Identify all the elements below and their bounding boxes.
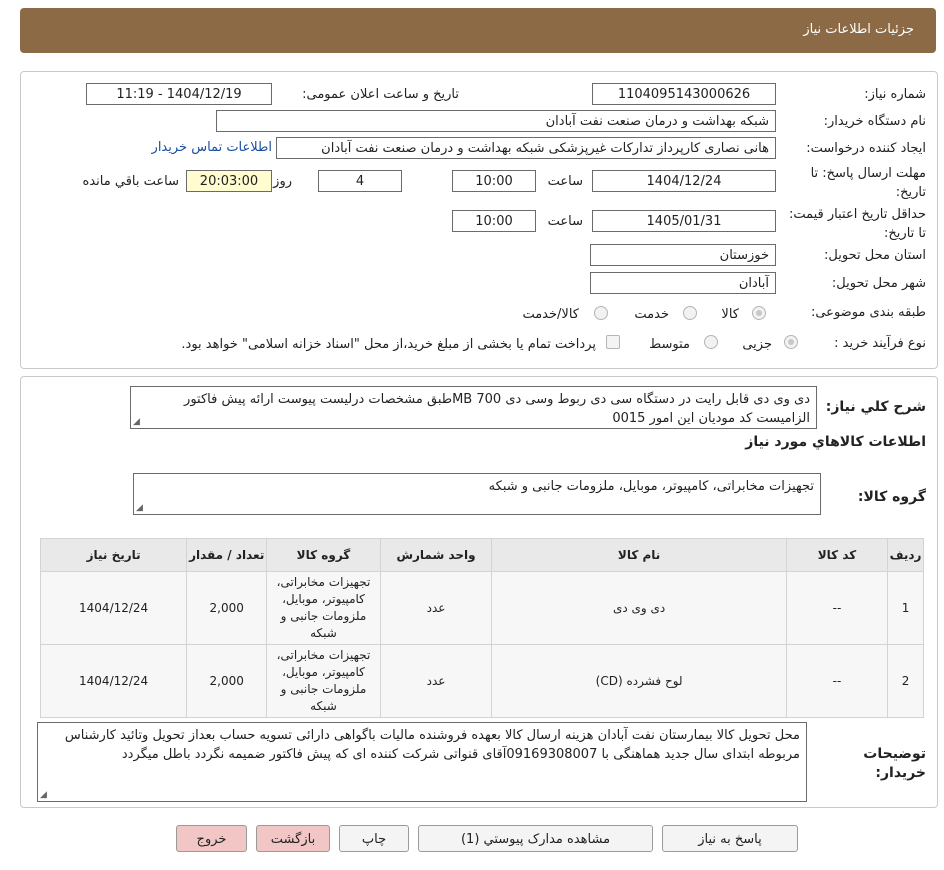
buyer-notes-label: توضیحات خریدار: — [863, 746, 926, 781]
deadline-time-field[interactable]: 10:00 — [452, 170, 536, 192]
cell-unit: عدد — [379, 571, 493, 645]
process-minor-label: جزیی — [742, 337, 772, 352]
buyer-org-field[interactable]: شبکه بهداشت و درمان صنعت نفت آبادان — [216, 110, 776, 132]
need-number-label: شماره نیاز: — [864, 87, 926, 102]
cell-name: دی وی دی — [491, 571, 787, 645]
col-date: تاریخ نیاز — [39, 538, 188, 572]
treasury-note: پرداخت تمام یا بخشی از مبلغ خرید،از محل … — [181, 337, 596, 352]
table-row: 1 -- دی وی دی عدد تجهیزات مخابراتی، کامپ… — [39, 571, 924, 645]
table-header-row: ردیف کد کالا نام کالا واحد شمارش گروه کا… — [39, 538, 924, 572]
cell-qty: 2,000 — [186, 571, 268, 645]
category-goods-label: کالا — [721, 307, 739, 322]
cell-row: 2 — [887, 644, 924, 718]
goods-group-label: گروه کالا: — [857, 489, 926, 505]
back-button[interactable]: بازگشت — [256, 825, 330, 852]
province-field[interactable]: خوزستان — [590, 244, 776, 266]
buyer-org-label: نام دستگاه خریدار: — [823, 114, 926, 129]
view-attachments-button[interactable]: مشاهده مدارک پیوستي (1) — [418, 825, 653, 852]
creator-label: ایجاد کننده درخواست: — [806, 141, 926, 156]
days-field[interactable]: 4 — [318, 170, 402, 192]
deadline-time-label: ساعت — [547, 174, 583, 189]
category-goods-service-radio[interactable] — [594, 306, 608, 320]
cell-name: لوح فشرده (CD) — [491, 644, 787, 718]
process-medium-label: متوسط — [649, 337, 690, 352]
col-code: کد کالا — [785, 538, 889, 572]
category-label: طبقه بندی موضوعی: — [810, 305, 926, 320]
cell-code: -- — [785, 571, 889, 645]
description-label: شرح کلي نياز: — [825, 399, 926, 415]
col-group: گروه کالا — [266, 538, 381, 572]
cell-group: تجهیزات مخابراتی، کامپیوتر، موبایل، ملزو… — [266, 571, 381, 645]
exit-button[interactable]: خروج — [176, 825, 247, 852]
col-row: ردیف — [887, 538, 924, 572]
cell-date: 1404/12/24 — [39, 571, 188, 645]
city-label: شهر محل تحویل: — [831, 276, 926, 291]
validity-date-field[interactable]: 1405/01/31 — [592, 210, 776, 232]
cell-date: 1404/12/24 — [39, 644, 188, 718]
city-field[interactable]: آبادان — [590, 272, 776, 294]
buyer-notes-textarea[interactable]: محل تحویل کالا بیمارستان نفت آبادان هزین… — [37, 722, 807, 802]
category-goods-service-label: کالا/خدمت — [522, 307, 579, 322]
buyer-notes-text: محل تحویل کالا بیمارستان نفت آبادان هزین… — [64, 728, 800, 762]
col-unit: واحد شمارش — [379, 538, 493, 572]
need-number-field[interactable]: 1104095143000626 — [592, 83, 776, 105]
cell-group: تجهیزات مخابراتی، کامپیوتر، موبایل، ملزو… — [266, 644, 381, 718]
deadline-date-field[interactable]: 1404/12/24 — [592, 170, 776, 192]
remaining-label: ساعت باقي مانده — [82, 174, 179, 189]
category-goods-radio[interactable] — [752, 306, 766, 320]
province-label: استان محل تحویل: — [824, 248, 926, 263]
validity-time-label: ساعت — [547, 214, 583, 229]
validity-label: حداقل تاریخ اعتبار قیمت: تا تاریخ: — [788, 207, 926, 241]
cell-unit: عدد — [379, 644, 493, 718]
page-header: جزئیات اطلاعات نیاز — [20, 8, 936, 53]
print-button[interactable]: چاپ — [339, 825, 409, 852]
process-minor-radio[interactable] — [784, 335, 798, 349]
col-qty: تعداد / مقدار — [186, 538, 268, 572]
page-title: جزئیات اطلاعات نیاز — [803, 22, 914, 37]
resize-handle-icon[interactable]: ◢ — [136, 504, 143, 513]
contact-buyer-link[interactable]: اطلاعات تماس خریدار — [152, 140, 272, 155]
treasury-checkbox[interactable] — [606, 335, 620, 349]
process-label: نوع فرآیند خرید : — [834, 336, 926, 351]
goods-group-textarea[interactable]: تجهیزات مخابراتی، کامپیوتر، موبایل، ملزو… — [133, 473, 821, 515]
goods-table: ردیف کد کالا نام کالا واحد شمارش گروه کا… — [39, 538, 924, 718]
creator-field[interactable]: هانی نصاری کارپرداز تدارکات غیرپزشکی شبک… — [276, 137, 776, 159]
category-service-radio[interactable] — [683, 306, 697, 320]
cell-row: 1 — [887, 571, 924, 645]
goods-section-title: اطلاعات کالاهاي مورد نياز — [745, 434, 926, 450]
table-row: 2 -- لوح فشرده (CD) عدد تجهیزات مخابراتی… — [39, 644, 924, 718]
description-text: دی وی دی قابل رایت در دستگاه سی دی ربوط … — [184, 392, 810, 426]
validity-time-field[interactable]: 10:00 — [452, 210, 536, 232]
cell-code: -- — [785, 644, 889, 718]
resize-handle-icon[interactable]: ◢ — [40, 791, 47, 800]
announce-label: تاریخ و ساعت اعلان عمومی: — [302, 87, 459, 102]
description-textarea[interactable]: دی وی دی قابل رایت در دستگاه سی دی ربوط … — [130, 386, 817, 429]
deadline-label: مهلت ارسال پاسخ: تا تاریخ: — [810, 166, 926, 200]
announce-field[interactable]: 1404/12/19 - 11:19 — [86, 83, 272, 105]
reply-button[interactable]: پاسخ به نیاز — [662, 825, 798, 852]
process-medium-radio[interactable] — [704, 335, 718, 349]
goods-group-text: تجهیزات مخابراتی، کامپیوتر، موبایل، ملزو… — [488, 479, 814, 494]
cell-qty: 2,000 — [186, 644, 268, 718]
category-service-label: خدمت — [634, 307, 669, 322]
resize-handle-icon[interactable]: ◢ — [133, 418, 140, 427]
remaining-time-field: 20:03:00 — [186, 170, 272, 192]
col-name: نام کالا — [491, 538, 787, 572]
